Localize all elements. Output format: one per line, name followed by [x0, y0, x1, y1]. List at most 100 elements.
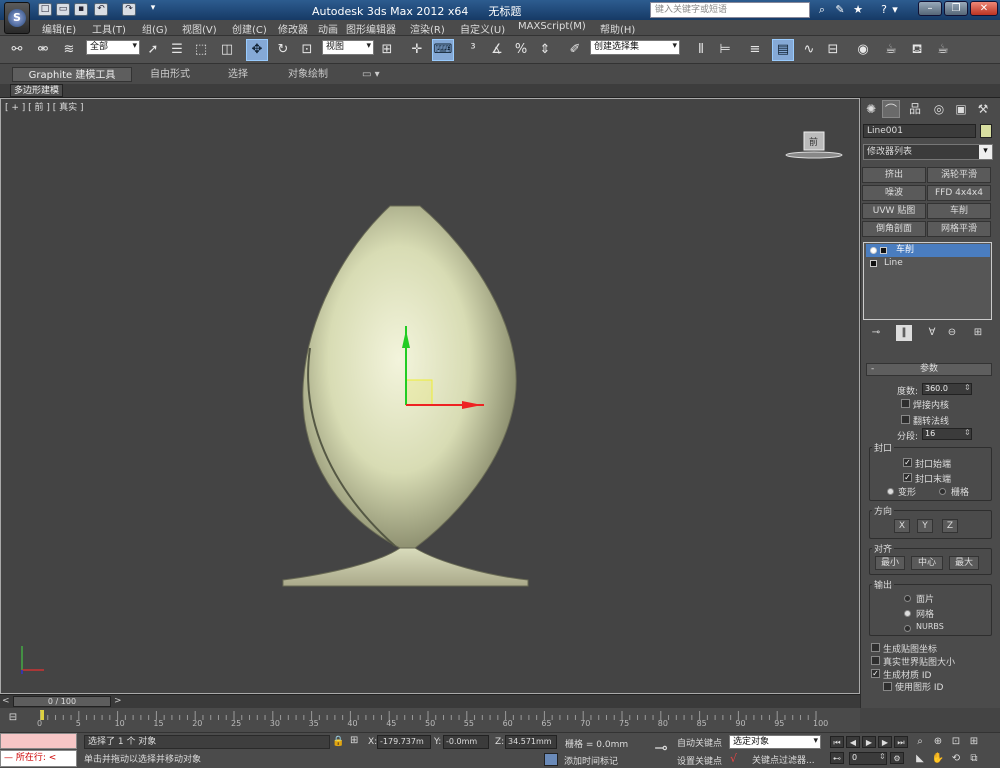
undo-icon[interactable]: ↶	[94, 3, 108, 16]
mirror-icon[interactable]: ⫴	[690, 39, 712, 61]
new-icon[interactable]: □	[38, 3, 52, 16]
menu-animation[interactable]: 动画	[318, 21, 338, 36]
select-move-icon[interactable]: ✥	[246, 39, 268, 61]
mesh-radio[interactable]	[904, 610, 911, 617]
select-by-name-icon[interactable]: ☰	[166, 39, 188, 61]
utilities-tab-icon[interactable]: ⚒	[974, 100, 992, 118]
parameters-rollout-header[interactable]: - 参数	[866, 363, 992, 376]
keyboard-shortcut-toggle-icon[interactable]: ⌨	[432, 39, 454, 61]
application-button[interactable]: S	[4, 2, 30, 34]
current-frame-field[interactable]: 0	[849, 752, 887, 765]
close-button[interactable]: ✕	[970, 1, 998, 16]
use-shape-ids-checkbox[interactable]	[883, 682, 892, 691]
selection-filter-dropdown[interactable]: 全部	[86, 40, 140, 55]
maximize-viewport-icon[interactable]: ⧉	[966, 752, 982, 766]
configure-sets-icon[interactable]: ⊞	[970, 325, 986, 341]
play-icon[interactable]: ▶	[862, 736, 876, 748]
direction-z-button[interactable]: Z	[942, 519, 958, 533]
modify-tab-icon[interactable]: ⌒	[882, 100, 900, 118]
stack-item-lathe[interactable]: 车削	[866, 244, 990, 257]
menu-rendering[interactable]: 渲染(R)	[410, 21, 445, 36]
slider-next-icon[interactable]: >	[114, 696, 122, 706]
pin-stack-icon[interactable]: ⊸	[868, 325, 884, 341]
layer-manager-icon[interactable]: ≡	[744, 39, 766, 61]
align-max-button[interactable]: 最大	[949, 556, 979, 570]
maxscript-line[interactable]: — 所在行: <	[0, 750, 77, 767]
snaps-toggle-icon[interactable]: ³	[462, 39, 484, 61]
open-icon[interactable]: ▭	[56, 3, 70, 16]
weld-core-checkbox[interactable]	[901, 399, 910, 408]
lathe-object[interactable]	[302, 205, 517, 549]
edit-named-selection-icon[interactable]: ✐	[564, 39, 586, 61]
modifier-list-dropdown[interactable]: 修改器列表	[863, 144, 993, 160]
modifier-bevel-profile-button[interactable]: 倒角剖面	[862, 221, 926, 237]
modifier-ffd-button[interactable]: FFD 4x4x4	[927, 185, 991, 201]
x-coordinate-field[interactable]: -179.737m	[377, 735, 431, 749]
time-slider[interactable]	[0, 694, 860, 708]
time-slider-thumb[interactable]: 0 / 100	[13, 696, 111, 707]
key-mode-toggle-icon[interactable]: ⊷	[830, 752, 844, 764]
key-icon[interactable]: ⊸	[650, 738, 672, 760]
lock-selection-icon[interactable]: 🔒	[332, 736, 344, 747]
menu-graph-editors[interactable]: 图形编辑器	[346, 21, 396, 36]
expand-icon[interactable]	[880, 247, 887, 254]
grid-radio[interactable]	[939, 488, 946, 495]
time-tag-icon[interactable]	[544, 753, 558, 766]
ribbon-panel-poly-modeling[interactable]: 多边形建模	[10, 84, 64, 97]
display-tab-icon[interactable]: ▣	[952, 100, 970, 118]
selected-set-dropdown[interactable]: 选定对象	[729, 735, 821, 749]
rect-selection-icon[interactable]: ⬚	[190, 39, 212, 61]
field-of-view-icon[interactable]: ◣	[912, 752, 928, 766]
percent-snap-icon[interactable]: %	[510, 39, 532, 61]
stack-item-line[interactable]: Line	[866, 257, 990, 270]
nurbs-radio[interactable]	[904, 625, 911, 632]
window-crossing-icon[interactable]: ◫	[216, 39, 238, 61]
modifier-extrude-button[interactable]: 挤出	[862, 167, 926, 183]
render-production-icon[interactable]: ☕	[932, 39, 954, 61]
gen-mat-ids-checkbox[interactable]: ✓	[871, 669, 880, 678]
goto-start-icon[interactable]: ⏮	[830, 736, 844, 748]
patch-radio[interactable]	[904, 595, 911, 602]
menu-views[interactable]: 视图(V)	[182, 21, 217, 36]
select-rotate-icon[interactable]: ↻	[272, 39, 294, 61]
prev-frame-icon[interactable]: ◀	[846, 736, 860, 748]
gen-map-coords-checkbox[interactable]	[871, 643, 880, 652]
menu-tools[interactable]: 工具(T)	[92, 21, 126, 36]
hierarchy-tab-icon[interactable]: 品	[906, 100, 924, 118]
quick-access-dropdown-icon[interactable]: ▾	[148, 3, 158, 16]
tab-graphite[interactable]: Graphite 建模工具	[12, 67, 132, 82]
menu-edit[interactable]: 编辑(E)	[42, 21, 76, 36]
next-frame-icon[interactable]: ▶	[878, 736, 892, 748]
modifier-uvw-button[interactable]: UVW 贴图	[862, 203, 926, 219]
menu-maxscript[interactable]: MAXScript(M)	[518, 21, 586, 32]
modifier-meshsmooth-button[interactable]: 网格平滑	[927, 221, 991, 237]
degrees-spinner[interactable]: 360.0	[922, 383, 972, 395]
material-editor-icon[interactable]: ◉	[852, 39, 874, 61]
z-coordinate-field[interactable]: 34.571mm	[505, 735, 557, 749]
orbit-icon[interactable]: ⟲	[948, 752, 964, 766]
schematic-view-icon[interactable]: ⊟	[822, 39, 844, 61]
help-dropdown-icon[interactable]: ▾	[890, 2, 900, 18]
link-icon[interactable]: ⚯	[6, 39, 28, 61]
set-key-button[interactable]: 设置关键点	[677, 754, 722, 767]
save-icon[interactable]: ▪	[74, 3, 88, 16]
menu-create[interactable]: 创建(C)	[232, 21, 267, 36]
zoom-extents-icon[interactable]: ⊡	[948, 735, 964, 749]
binoculars-icon[interactable]: ⌕	[814, 2, 830, 18]
direction-y-button[interactable]: Y	[917, 519, 933, 533]
zoom-icon[interactable]: ⌕	[912, 735, 928, 749]
render-setup-icon[interactable]: ☕	[880, 39, 902, 61]
community-icon[interactable]: ✎	[832, 2, 848, 18]
ribbon-options-icon[interactable]: ▭ ▾	[362, 67, 380, 82]
show-end-result-icon[interactable]: ‖	[896, 325, 912, 341]
modifier-turbosmooth-button[interactable]: 涡轮平滑	[927, 167, 991, 183]
modifier-lathe-button[interactable]: 车削	[927, 203, 991, 219]
select-manipulate-icon[interactable]: ✛	[406, 39, 428, 61]
pan-icon[interactable]: ✋	[930, 752, 946, 766]
pivot-center-icon[interactable]: ⊞	[376, 39, 398, 61]
object-color-swatch[interactable]	[980, 124, 992, 138]
zoom-all-icon[interactable]: ⊕	[930, 735, 946, 749]
bind-space-warp-icon[interactable]: ≋	[58, 39, 80, 61]
select-object-icon[interactable]: ➚	[142, 39, 164, 61]
expand-icon[interactable]	[870, 260, 877, 267]
